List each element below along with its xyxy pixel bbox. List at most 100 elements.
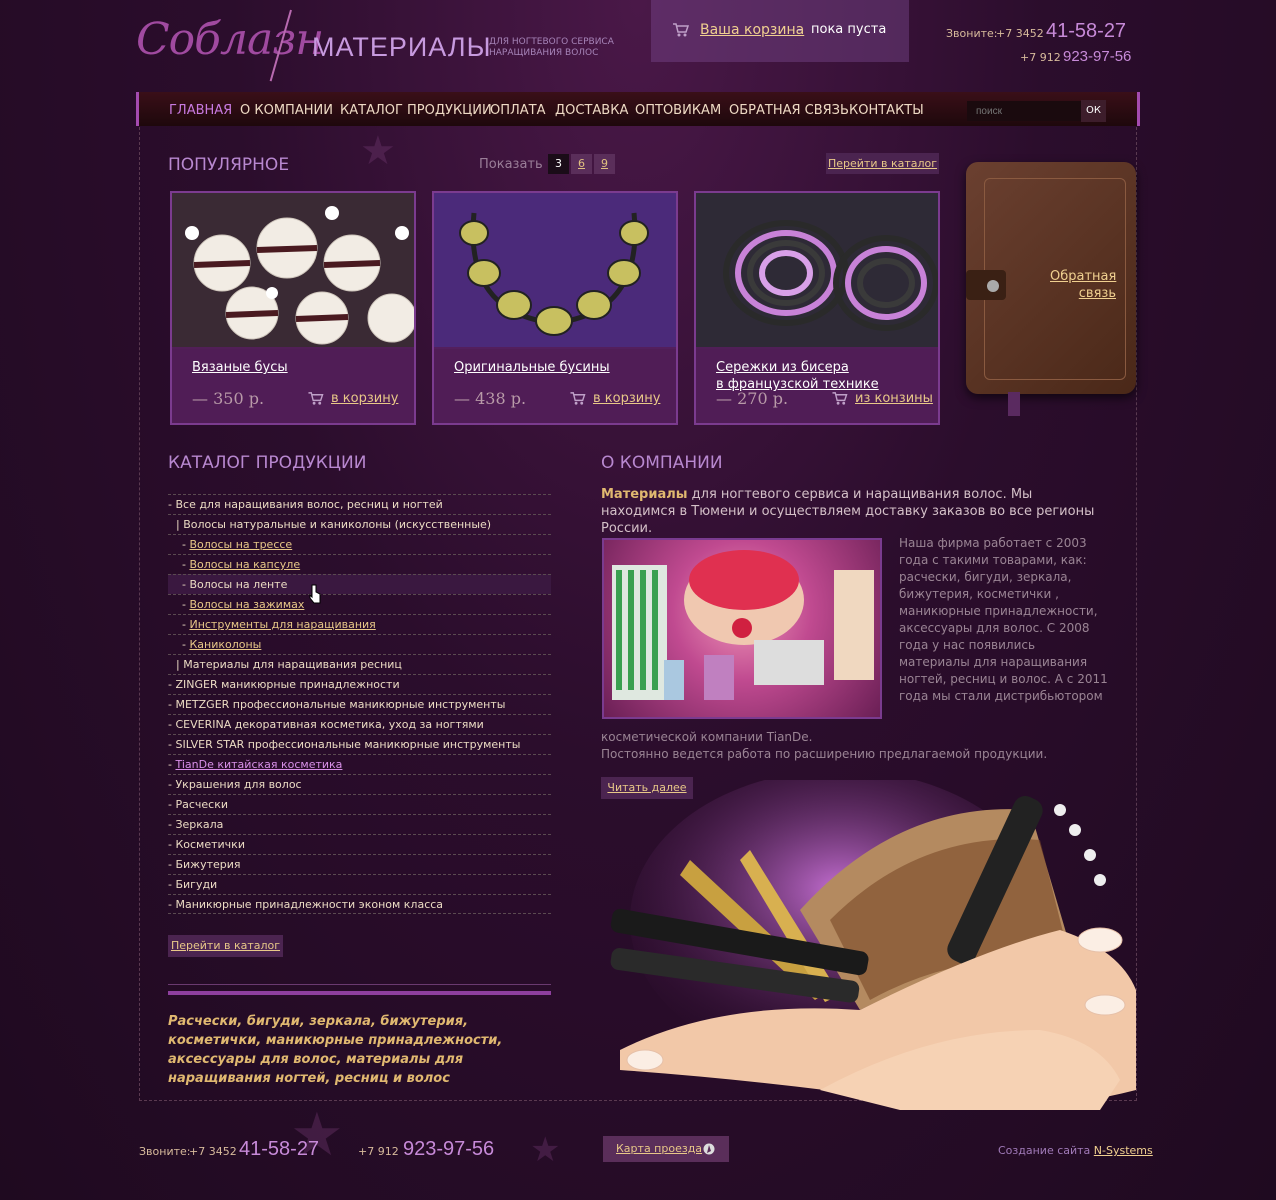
feedback-link[interactable]: Обратная связь — [1050, 268, 1116, 302]
nav-contacts[interactable]: КОНТАКТЫ — [849, 103, 924, 118]
logo-subtitle-line: НАРАЩИВАНИЯ ВОЛОС — [489, 48, 599, 58]
about-image — [602, 538, 882, 719]
product-card[interactable]: Вязаные бусы — 350 р. в корзину — [170, 191, 416, 425]
about-text-line: косметической компании TianDe. — [601, 730, 813, 744]
catalog-item-label: Маникюрные принадлежности эконом класса — [175, 898, 444, 911]
product-image[interactable] — [696, 193, 938, 349]
catalog-item[interactable]: - Все для наращивания волос, ресниц и но… — [168, 494, 551, 514]
feedback-link-line: связь — [1078, 286, 1116, 301]
page-size-6[interactable]: 6 — [571, 154, 592, 174]
catalog-item-link[interactable]: Волосы на капсуле — [189, 558, 300, 571]
nav-wholesale[interactable]: ОПТОВИКАМ — [635, 103, 721, 118]
product-name-line: Оригинальные бусины — [454, 360, 610, 375]
product-price: — 350 р. — [192, 389, 265, 408]
catalog-item-label: Бигуди — [175, 878, 218, 891]
cart-icon — [570, 392, 586, 405]
compass-icon — [703, 1143, 715, 1155]
cart-status: пока пуста — [811, 22, 887, 37]
logo-script[interactable]: Соблазн — [136, 14, 324, 65]
catalog-list: - Все для наращивания волос, ресниц и но… — [168, 494, 551, 914]
credit-link[interactable]: N-Systems — [1094, 1144, 1153, 1157]
catalog-item-label: Волосы на ленте — [189, 578, 288, 591]
search-input[interactable] — [967, 101, 1081, 121]
hero-illustration — [610, 780, 1136, 1110]
goto-catalog-button[interactable]: Перейти в каталог — [168, 935, 283, 957]
catalog-item-link[interactable]: Каниколоны — [189, 638, 261, 651]
popular-title: ПОПУЛЯРНОЕ — [168, 155, 290, 175]
goto-catalog-button[interactable]: Перейти в каталог — [826, 153, 939, 174]
phone-number: 923-97-56 — [1063, 48, 1132, 65]
product-name-line: Сережки из бисера — [716, 360, 849, 375]
catalog-item-label: Расчески — [175, 798, 228, 811]
catalog-item[interactable]: | Материалы для наращивания ресниц — [168, 654, 551, 674]
catalog-item[interactable]: - Инструменты для наращивания — [168, 614, 551, 634]
catalog-item[interactable]: - CEVERINA декоративная косметика, уход … — [168, 714, 551, 734]
product-card[interactable]: Оригинальные бусины — 438 р. в корзину — [432, 191, 678, 425]
nav-catalog[interactable]: КАТАЛОГ ПРОДУКЦИИ — [340, 103, 492, 118]
product-name[interactable]: Сережки из бисера в французской технике — [716, 359, 879, 393]
catalog-item-label: CEVERINA декоративная косметика, уход за… — [175, 718, 484, 731]
catalog-item[interactable]: - Косметички — [168, 834, 551, 854]
product-name[interactable]: Вязаные бусы — [192, 359, 288, 376]
catalog-item[interactable]: - Каниколоны — [168, 634, 551, 654]
catalog-item[interactable]: - Волосы на ленте — [168, 574, 551, 594]
catalog-item[interactable]: - ZINGER маникюрные принадлежности — [168, 674, 551, 694]
nav-payment[interactable]: ОПЛАТА — [490, 103, 546, 118]
nav-home[interactable]: ГЛАВНАЯ — [169, 103, 232, 118]
add-to-cart-link[interactable]: в корзину — [331, 391, 398, 406]
catalog-item-link[interactable]: Волосы на трессе — [189, 538, 292, 551]
divider — [168, 984, 551, 985]
catalog-item[interactable]: - Бигуди — [168, 874, 551, 894]
catalog-item[interactable]: - SILVER STAR профессиональные маникюрны… — [168, 734, 551, 754]
catalog-item[interactable]: - Волосы на капсуле — [168, 554, 551, 574]
nav-feedback[interactable]: ОБРАТНАЯ СВЯЗЬ — [729, 103, 849, 118]
cart-link[interactable]: Ваша корзина — [700, 22, 804, 38]
about-text-line: Постоянно ведется работа по расширению п… — [601, 747, 1048, 761]
catalog-item[interactable]: - Расчески — [168, 794, 551, 814]
logo-subtitle: ДЛЯ НОГТЕВОГО СЕРВИСА НАРАЩИВАНИЯ ВОЛОС — [489, 37, 629, 59]
nav-delivery[interactable]: ДОСТАВКА — [555, 103, 628, 118]
catalog-item-link[interactable]: Инструменты для наращивания — [189, 618, 375, 631]
page-size-9[interactable]: 9 — [594, 154, 615, 174]
add-to-cart-link[interactable]: в корзину — [593, 391, 660, 406]
map-link-label: Карта проезда — [616, 1142, 703, 1155]
product-image[interactable] — [172, 193, 414, 349]
cart-icon — [832, 392, 848, 405]
page-size-3[interactable]: 3 — [548, 154, 569, 174]
credit-label: Создание сайта — [998, 1144, 1091, 1157]
product-image[interactable] — [434, 193, 676, 349]
about-intro-bold: Материалы — [601, 487, 688, 502]
catalog-item-label: Материалы для наращивания ресниц — [183, 658, 402, 671]
catalog-item[interactable]: - Волосы на трессе — [168, 534, 551, 554]
catalog-item[interactable]: - TianDe китайская косметика — [168, 754, 551, 774]
product-price: — 270 р. — [716, 389, 789, 408]
product-price: — 438 р. — [454, 389, 527, 408]
add-to-cart-link[interactable]: из конзины — [855, 391, 933, 406]
logo-main[interactable]: МАТЕРИАЛЫ — [312, 32, 492, 63]
catalog-item[interactable]: - METZGER профессиональные маникюрные ин… — [168, 694, 551, 714]
catalog-item-label: METZGER профессиональные маникюрные инст… — [175, 698, 506, 711]
call-label: Звоните: — [139, 1145, 191, 1158]
catalog-item[interactable]: - Волосы на зажимах — [168, 594, 551, 614]
catalog-item-label: Бижутерия — [175, 858, 241, 871]
phone-number: 923-97-56 — [403, 1138, 495, 1160]
product-name-line: Вязаные бусы — [192, 360, 288, 375]
product-name[interactable]: Оригинальные бусины — [454, 359, 610, 376]
catalog-item-label: Все для наращивания волос, ресниц и ногт… — [175, 498, 443, 511]
search-button[interactable]: ОК — [1081, 100, 1106, 122]
about-intro: Материалы для ногтевого сервиса и наращи… — [601, 486, 1101, 537]
tagline: Расчески, бигуди, зеркала, бижутерия, ко… — [168, 1014, 503, 1086]
catalog-item[interactable]: - Маникюрные принадлежности эконом класс… — [168, 894, 551, 914]
catalog-item[interactable]: | Волосы натуральные и каниколоны (искус… — [168, 514, 551, 534]
catalog-item-link[interactable]: TianDe китайская косметика — [175, 758, 342, 771]
phone-code: +7 3452 — [189, 1145, 237, 1158]
catalog-item[interactable]: - Украшения для волос — [168, 774, 551, 794]
nav-about[interactable]: О КОМПАНИИ — [240, 103, 333, 118]
catalog-item-label: ZINGER маникюрные принадлежности — [175, 678, 400, 691]
catalog-item[interactable]: - Бижутерия — [168, 854, 551, 874]
product-card[interactable]: Сережки из бисера в французской технике … — [694, 191, 940, 425]
phone-code: +7 3452 — [996, 27, 1044, 40]
catalog-item-link[interactable]: Волосы на зажимах — [189, 598, 304, 611]
catalog-item[interactable]: - Зеркала — [168, 814, 551, 834]
catalog-item-label: Украшения для волос — [175, 778, 302, 791]
